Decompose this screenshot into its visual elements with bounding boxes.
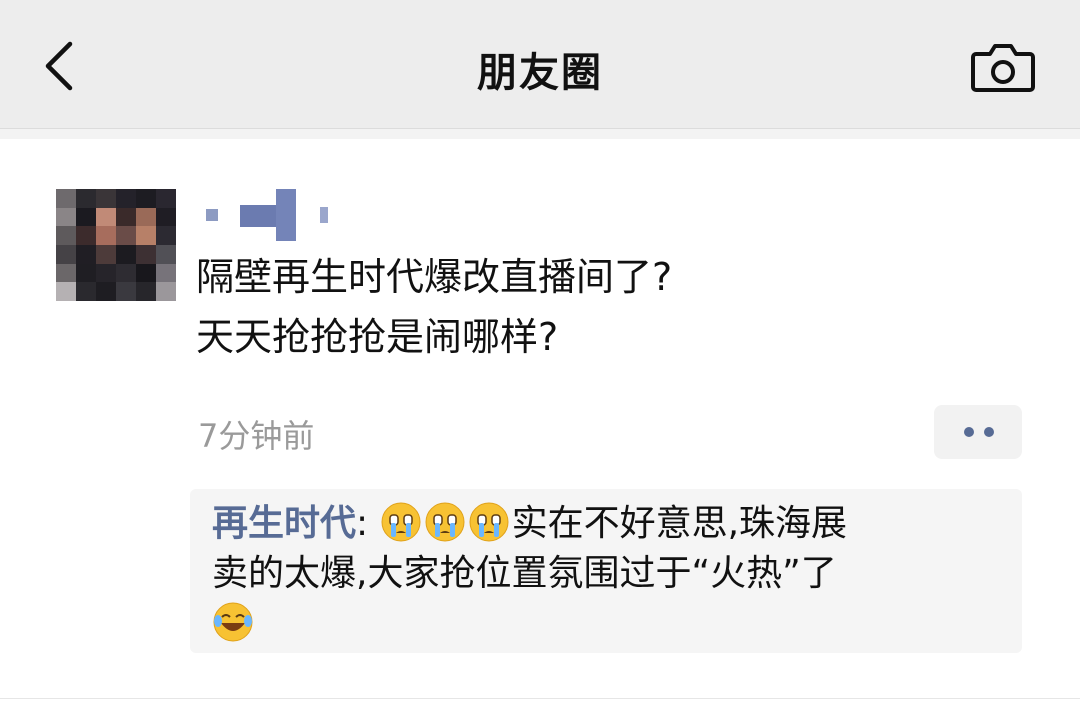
- camera-button[interactable]: [968, 40, 1038, 94]
- laughing-tears-emoji: [213, 602, 253, 642]
- crying-face-emoji: [381, 502, 421, 542]
- bottom-divider: [0, 698, 1080, 699]
- section-divider: [0, 129, 1080, 139]
- page-title: 朋友圈: [477, 50, 603, 96]
- post-text-line: 天天抢抢抢是闹哪样?: [196, 315, 559, 359]
- crying-face-emoji: [425, 502, 465, 542]
- comment-author[interactable]: 再生时代: [212, 503, 356, 544]
- dot-icon: [964, 427, 974, 437]
- comment-separator: :: [356, 503, 369, 544]
- username-blurred[interactable]: [200, 187, 340, 243]
- avatar[interactable]: [56, 189, 176, 301]
- crying-face-emoji: [469, 502, 509, 542]
- post-text-line: 隔壁再生时代爆改直播间了?: [196, 255, 673, 299]
- camera-icon: [971, 44, 1035, 92]
- more-actions-button[interactable]: [934, 405, 1022, 459]
- post-timestamp: 7分钟前: [198, 417, 315, 455]
- dot-icon: [984, 427, 994, 437]
- comment-text: 实在不好意思,珠海展: [511, 503, 848, 544]
- moments-post: 隔壁再生时代爆改直播间了? 天天抢抢抢是闹哪样? 7分钟前 再生时代: 实在不好…: [0, 139, 1080, 699]
- comment-text: 卖的太爆,大家抢位置氛围过于“火热”了: [212, 553, 837, 594]
- top-navigation-bar: 朋友圈: [0, 0, 1080, 129]
- comment-item[interactable]: 再生时代: 实在不好意思,珠海展 卖的太爆,大家抢位置氛围过于“火热”了: [212, 499, 1012, 649]
- comments-section: 再生时代: 实在不好意思,珠海展 卖的太爆,大家抢位置氛围过于“火热”了: [190, 489, 1022, 653]
- post-content: 隔壁再生时代爆改直播间了? 天天抢抢抢是闹哪样?: [196, 247, 1036, 367]
